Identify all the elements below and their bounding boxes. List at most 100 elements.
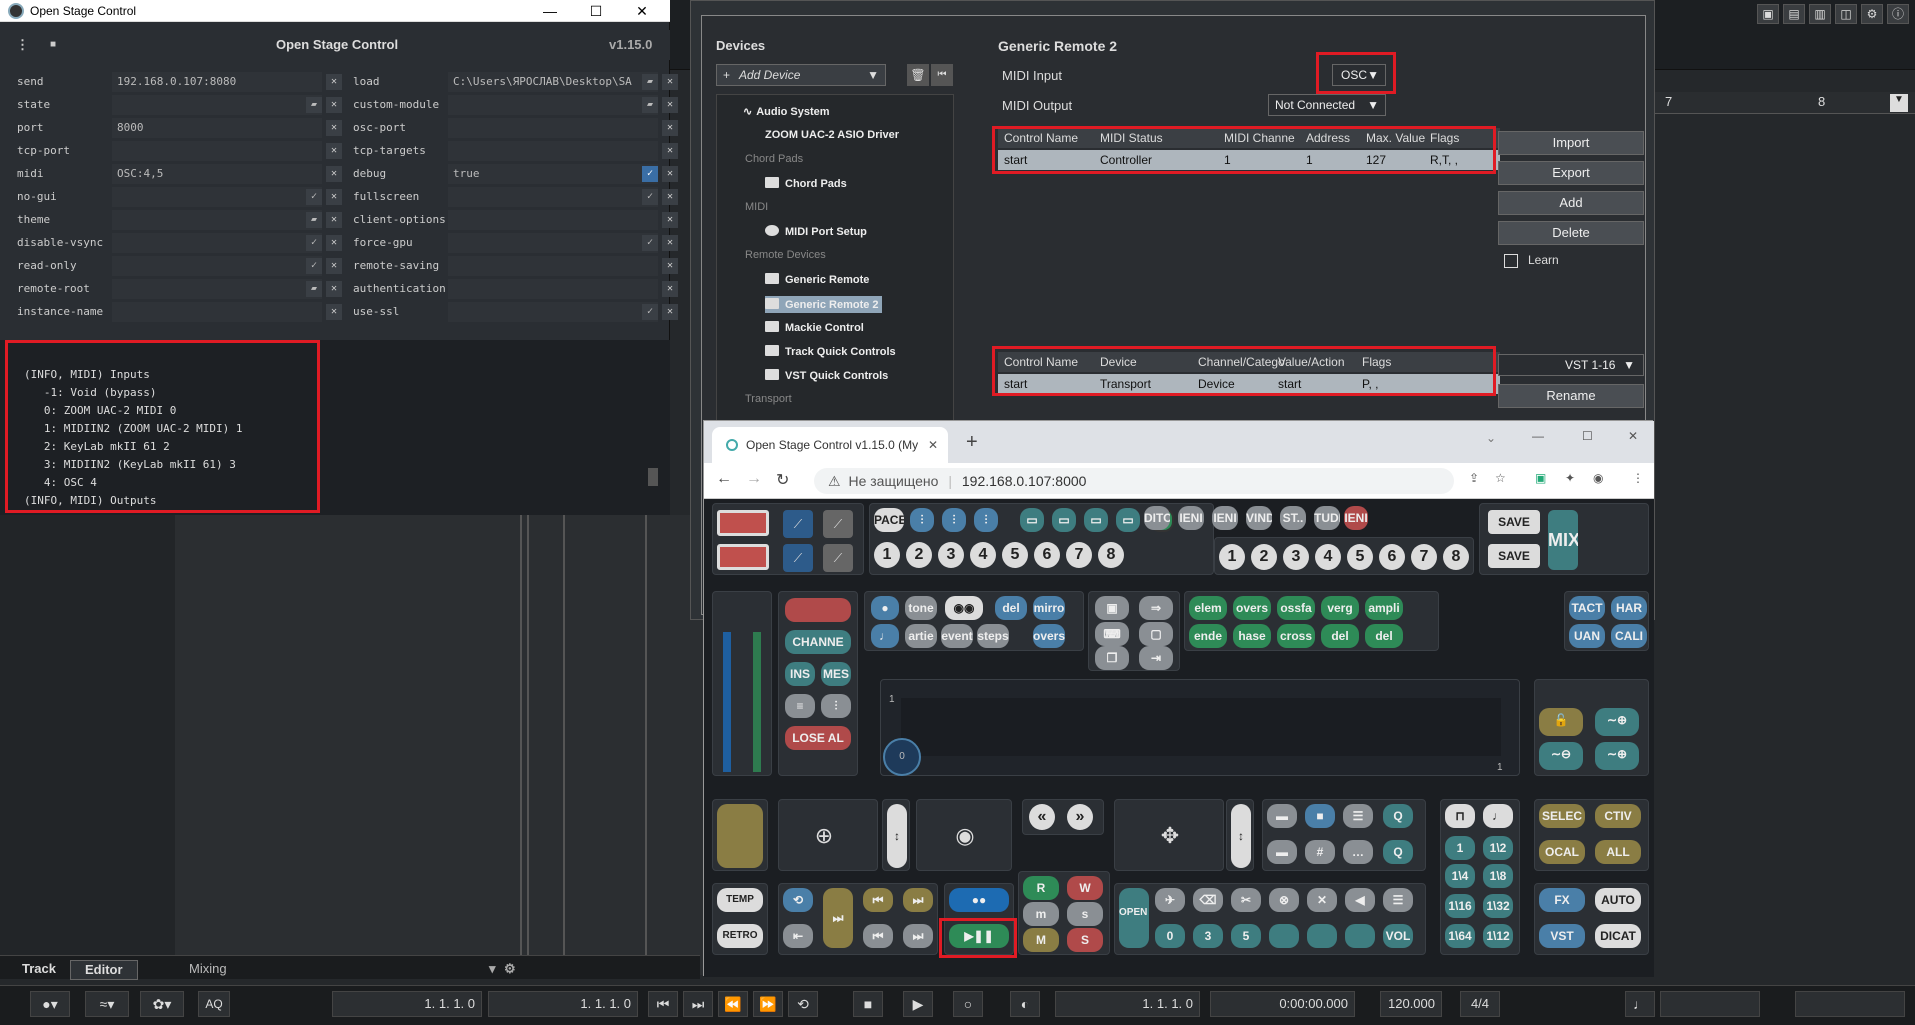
trash-icon[interactable]: 🗑 bbox=[907, 64, 929, 86]
check-icon[interactable]: ✓ bbox=[642, 235, 658, 251]
prev-icon[interactable]: ⏮ bbox=[863, 924, 893, 948]
dash-icon[interactable]: ▬ bbox=[1267, 804, 1297, 828]
prev-marker-icon[interactable]: ⏮ bbox=[863, 888, 893, 912]
grid-icon[interactable]: # bbox=[1305, 840, 1335, 864]
number-button[interactable]: 1 bbox=[874, 542, 900, 568]
setting-value[interactable]: 192.168.0.107:8080 bbox=[112, 72, 322, 92]
setting-value[interactable] bbox=[448, 118, 658, 138]
export-icon[interactable]: ⇥ bbox=[1139, 646, 1173, 670]
save-button[interactable]: SAVE bbox=[1488, 510, 1540, 534]
tact-button[interactable]: TACT bbox=[1569, 596, 1605, 620]
rewind-button[interactable]: ⏪ bbox=[718, 991, 748, 1017]
folder-icon[interactable]: ▰ bbox=[306, 281, 322, 297]
clear-icon[interactable]: ✕ bbox=[326, 97, 342, 113]
steps-button[interactable]: steps bbox=[977, 624, 1009, 648]
clear-icon[interactable]: ✕ bbox=[662, 235, 678, 251]
teal-button[interactable] bbox=[1345, 924, 1375, 948]
tone-button[interactable]: tone bbox=[905, 596, 937, 620]
clear-icon[interactable]: ✕ bbox=[662, 189, 678, 205]
track-icon[interactable]: ▭ bbox=[1116, 508, 1140, 532]
profile-icon[interactable]: ◉ bbox=[1593, 471, 1603, 485]
level-slider[interactable] bbox=[1795, 991, 1905, 1017]
loop-icon[interactable]: ⟲ bbox=[783, 888, 813, 912]
forward-icon[interactable]: → bbox=[746, 470, 762, 488]
number-button[interactable]: 8 bbox=[1098, 542, 1124, 568]
menu-button[interactable]: IENI bbox=[1212, 506, 1238, 530]
forward-button[interactable]: ⏩ bbox=[753, 991, 783, 1017]
record-toggle[interactable] bbox=[717, 510, 769, 536]
ruler-dropdown[interactable]: ▼ bbox=[1890, 94, 1908, 112]
next-marker-icon[interactable]: ⏭ bbox=[903, 888, 933, 912]
circle-button[interactable]: ● bbox=[871, 596, 899, 620]
clear-icon[interactable]: ✕ bbox=[326, 258, 342, 274]
green-button[interactable]: verg bbox=[1321, 596, 1359, 620]
vst-button[interactable]: VST bbox=[1539, 924, 1585, 948]
channel-button[interactable]: CHANNE bbox=[785, 630, 851, 654]
ellipsis-icon[interactable]: … bbox=[1343, 840, 1373, 864]
vertical-arrow-icon[interactable]: ↕ bbox=[887, 804, 907, 868]
new-tab-icon[interactable]: + bbox=[966, 431, 978, 454]
gear-icon[interactable]: ⚙ bbox=[490, 960, 530, 980]
mixer-icon[interactable]: ⫶ bbox=[974, 508, 998, 532]
number-button[interactable]: 4 bbox=[1315, 544, 1341, 570]
mixer-icon[interactable]: ⫶ bbox=[942, 508, 966, 532]
setting-value[interactable] bbox=[448, 95, 658, 115]
close-icon[interactable]: ✕ bbox=[1628, 429, 1638, 443]
menu-button[interactable]: VIND bbox=[1246, 506, 1272, 530]
tree-item[interactable]: ZOOM UAC-2 ASIO Driver bbox=[765, 129, 899, 141]
menu-icon[interactable]: ⋮ bbox=[16, 30, 29, 60]
speaker-icon[interactable]: ◀ bbox=[1345, 888, 1375, 912]
layout-icon[interactable]: ▣ bbox=[1757, 4, 1779, 24]
mute-button[interactable]: M bbox=[1023, 928, 1059, 952]
record-icon[interactable]: ●● bbox=[949, 888, 1009, 912]
zoom-in-icon[interactable]: ∼⊕ bbox=[1595, 708, 1639, 736]
split-icon[interactable]: ◫ bbox=[1835, 4, 1857, 24]
minimize-icon[interactable]: — bbox=[1532, 429, 1544, 443]
menu-button[interactable]: IENI bbox=[1178, 506, 1204, 530]
return-icon[interactable]: ⇤ bbox=[783, 924, 813, 948]
fader-green[interactable] bbox=[753, 632, 761, 772]
setting-value[interactable] bbox=[448, 256, 658, 276]
setting-value[interactable] bbox=[112, 233, 322, 253]
clear-icon[interactable]: ✕ bbox=[326, 120, 342, 136]
mixer-icon[interactable]: ⫶ bbox=[910, 508, 934, 532]
tree-item[interactable]: ∿ Audio System bbox=[743, 105, 830, 118]
window-icon[interactable]: ▣ bbox=[1095, 596, 1129, 620]
note-icon[interactable]: ♩ bbox=[871, 624, 899, 648]
setting-value[interactable] bbox=[448, 210, 658, 230]
square-icon[interactable]: ■ bbox=[1305, 804, 1335, 828]
open-close-button[interactable]: OPEN LOS bbox=[1119, 888, 1149, 948]
maximize-icon[interactable]: ☐ bbox=[1582, 429, 1593, 443]
char-button[interactable]: HAR bbox=[1611, 596, 1647, 620]
fx-button[interactable]: FX bbox=[1539, 888, 1585, 912]
artie-button[interactable]: artie bbox=[905, 624, 937, 648]
green-button[interactable]: del bbox=[1365, 624, 1403, 648]
browser-tab[interactable]: Open Stage Control v1.15.0 (My ✕ bbox=[712, 427, 948, 463]
folder-icon[interactable]: ▰ bbox=[642, 74, 658, 90]
clear-icon[interactable]: ✕ bbox=[662, 74, 678, 90]
primary-time-display[interactable]: 1. 1. 1. 0 bbox=[1055, 991, 1200, 1017]
audio-mode-button[interactable]: ≈▾ bbox=[85, 991, 129, 1017]
tab-editor[interactable]: Editor bbox=[70, 960, 138, 980]
eraser-icon[interactable]: ⌫ bbox=[1193, 888, 1223, 912]
w-button[interactable]: W bbox=[1067, 876, 1103, 900]
active-button[interactable]: CTIV bbox=[1595, 804, 1641, 828]
clear-icon[interactable]: ✕ bbox=[326, 189, 342, 205]
setting-value[interactable] bbox=[112, 187, 322, 207]
track-icon[interactable]: ▭ bbox=[1052, 508, 1076, 532]
stack-icon[interactable]: ☰ bbox=[1343, 804, 1373, 828]
window-icon[interactable]: ▢ bbox=[1139, 622, 1173, 646]
select-button[interactable]: SELEC bbox=[1539, 804, 1585, 828]
clear-icon[interactable]: ✕ bbox=[326, 74, 342, 90]
number-button[interactable]: 7 bbox=[1411, 544, 1437, 570]
clear-icon[interactable]: ✕ bbox=[326, 281, 342, 297]
table-row[interactable]: start Transport Device start P, , bbox=[998, 374, 1500, 394]
setting-value[interactable] bbox=[112, 256, 322, 276]
tempo-display[interactable]: 120.000 bbox=[1380, 991, 1442, 1017]
tree-item[interactable]: Chord Pads bbox=[765, 177, 847, 190]
folder-icon[interactable]: ▰ bbox=[306, 212, 322, 228]
overs-button[interactable]: overs bbox=[1033, 624, 1065, 648]
play-pause-button[interactable]: ▶❚❚ bbox=[949, 924, 1009, 948]
grid-button[interactable]: 1\4 bbox=[1445, 864, 1475, 888]
left-locator[interactable]: 1. 1. 1. 0 bbox=[332, 991, 482, 1017]
